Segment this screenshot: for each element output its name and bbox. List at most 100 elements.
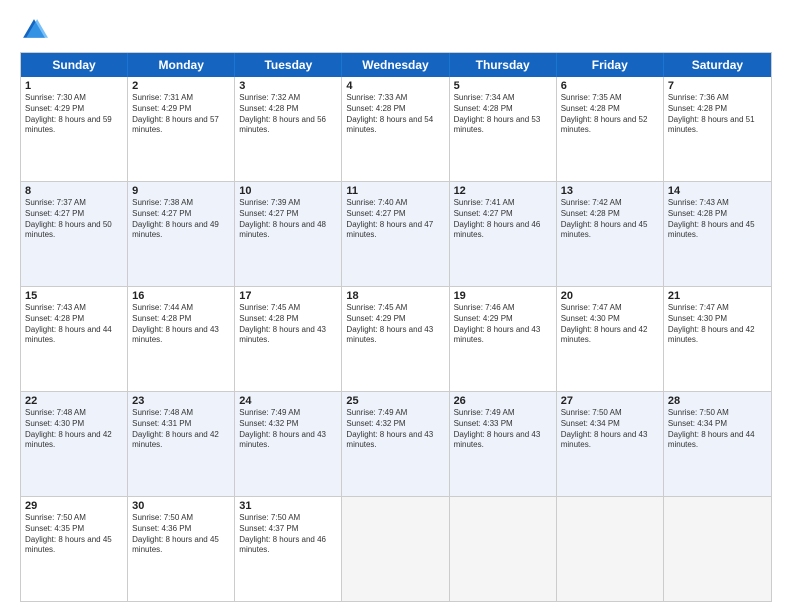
day-number: 12 <box>454 185 552 197</box>
calendar-cell: 22 Sunrise: 7:48 AM Sunset: 4:30 PM Dayl… <box>21 392 128 496</box>
header-day-thursday: Thursday <box>450 53 557 77</box>
cell-info: Sunrise: 7:49 AM Sunset: 4:32 PM Dayligh… <box>239 408 337 451</box>
calendar-cell: 13 Sunrise: 7:42 AM Sunset: 4:28 PM Dayl… <box>557 182 664 286</box>
day-number: 11 <box>346 185 444 197</box>
cell-info: Sunrise: 7:49 AM Sunset: 4:33 PM Dayligh… <box>454 408 552 451</box>
calendar-cell <box>557 497 664 601</box>
cell-info: Sunrise: 7:42 AM Sunset: 4:28 PM Dayligh… <box>561 198 659 241</box>
day-number: 13 <box>561 185 659 197</box>
calendar-cell: 30 Sunrise: 7:50 AM Sunset: 4:36 PM Dayl… <box>128 497 235 601</box>
cell-info: Sunrise: 7:46 AM Sunset: 4:29 PM Dayligh… <box>454 303 552 346</box>
calendar-cell: 18 Sunrise: 7:45 AM Sunset: 4:29 PM Dayl… <box>342 287 449 391</box>
day-number: 22 <box>25 395 123 407</box>
cell-info: Sunrise: 7:33 AM Sunset: 4:28 PM Dayligh… <box>346 93 444 136</box>
calendar-cell <box>664 497 771 601</box>
calendar-cell: 23 Sunrise: 7:48 AM Sunset: 4:31 PM Dayl… <box>128 392 235 496</box>
day-number: 15 <box>25 290 123 302</box>
day-number: 27 <box>561 395 659 407</box>
calendar-cell: 25 Sunrise: 7:49 AM Sunset: 4:32 PM Dayl… <box>342 392 449 496</box>
day-number: 20 <box>561 290 659 302</box>
calendar-cell: 16 Sunrise: 7:44 AM Sunset: 4:28 PM Dayl… <box>128 287 235 391</box>
calendar-cell: 4 Sunrise: 7:33 AM Sunset: 4:28 PM Dayli… <box>342 77 449 181</box>
day-number: 21 <box>668 290 767 302</box>
day-number: 16 <box>132 290 230 302</box>
calendar-cell: 27 Sunrise: 7:50 AM Sunset: 4:34 PM Dayl… <box>557 392 664 496</box>
day-number: 29 <box>25 500 123 512</box>
calendar-cell: 11 Sunrise: 7:40 AM Sunset: 4:27 PM Dayl… <box>342 182 449 286</box>
calendar-cell: 24 Sunrise: 7:49 AM Sunset: 4:32 PM Dayl… <box>235 392 342 496</box>
day-number: 18 <box>346 290 444 302</box>
calendar-cell: 17 Sunrise: 7:45 AM Sunset: 4:28 PM Dayl… <box>235 287 342 391</box>
calendar-cell: 10 Sunrise: 7:39 AM Sunset: 4:27 PM Dayl… <box>235 182 342 286</box>
cell-info: Sunrise: 7:38 AM Sunset: 4:27 PM Dayligh… <box>132 198 230 241</box>
cell-info: Sunrise: 7:43 AM Sunset: 4:28 PM Dayligh… <box>668 198 767 241</box>
header-day-friday: Friday <box>557 53 664 77</box>
calendar-cell: 8 Sunrise: 7:37 AM Sunset: 4:27 PM Dayli… <box>21 182 128 286</box>
cell-info: Sunrise: 7:40 AM Sunset: 4:27 PM Dayligh… <box>346 198 444 241</box>
header-day-wednesday: Wednesday <box>342 53 449 77</box>
calendar-cell: 15 Sunrise: 7:43 AM Sunset: 4:28 PM Dayl… <box>21 287 128 391</box>
day-number: 6 <box>561 80 659 92</box>
cell-info: Sunrise: 7:37 AM Sunset: 4:27 PM Dayligh… <box>25 198 123 241</box>
cell-info: Sunrise: 7:50 AM Sunset: 4:37 PM Dayligh… <box>239 513 337 556</box>
header <box>20 16 772 44</box>
day-number: 7 <box>668 80 767 92</box>
cell-info: Sunrise: 7:43 AM Sunset: 4:28 PM Dayligh… <box>25 303 123 346</box>
day-number: 25 <box>346 395 444 407</box>
cell-info: Sunrise: 7:35 AM Sunset: 4:28 PM Dayligh… <box>561 93 659 136</box>
header-day-saturday: Saturday <box>664 53 771 77</box>
calendar-cell: 3 Sunrise: 7:32 AM Sunset: 4:28 PM Dayli… <box>235 77 342 181</box>
day-number: 17 <box>239 290 337 302</box>
day-number: 10 <box>239 185 337 197</box>
calendar-cell: 9 Sunrise: 7:38 AM Sunset: 4:27 PM Dayli… <box>128 182 235 286</box>
calendar-cell: 6 Sunrise: 7:35 AM Sunset: 4:28 PM Dayli… <box>557 77 664 181</box>
cell-info: Sunrise: 7:30 AM Sunset: 4:29 PM Dayligh… <box>25 93 123 136</box>
calendar-cell: 2 Sunrise: 7:31 AM Sunset: 4:29 PM Dayli… <box>128 77 235 181</box>
calendar-week-3: 15 Sunrise: 7:43 AM Sunset: 4:28 PM Dayl… <box>21 287 771 392</box>
day-number: 4 <box>346 80 444 92</box>
day-number: 2 <box>132 80 230 92</box>
calendar-cell: 28 Sunrise: 7:50 AM Sunset: 4:34 PM Dayl… <box>664 392 771 496</box>
day-number: 30 <box>132 500 230 512</box>
logo-icon <box>20 16 48 44</box>
cell-info: Sunrise: 7:34 AM Sunset: 4:28 PM Dayligh… <box>454 93 552 136</box>
calendar-cell: 19 Sunrise: 7:46 AM Sunset: 4:29 PM Dayl… <box>450 287 557 391</box>
cell-info: Sunrise: 7:50 AM Sunset: 4:36 PM Dayligh… <box>132 513 230 556</box>
header-day-tuesday: Tuesday <box>235 53 342 77</box>
cell-info: Sunrise: 7:50 AM Sunset: 4:34 PM Dayligh… <box>668 408 767 451</box>
calendar-cell: 29 Sunrise: 7:50 AM Sunset: 4:35 PM Dayl… <box>21 497 128 601</box>
calendar-week-1: 1 Sunrise: 7:30 AM Sunset: 4:29 PM Dayli… <box>21 77 771 182</box>
cell-info: Sunrise: 7:45 AM Sunset: 4:29 PM Dayligh… <box>346 303 444 346</box>
calendar-body: 1 Sunrise: 7:30 AM Sunset: 4:29 PM Dayli… <box>21 77 771 601</box>
day-number: 23 <box>132 395 230 407</box>
cell-info: Sunrise: 7:47 AM Sunset: 4:30 PM Dayligh… <box>668 303 767 346</box>
day-number: 28 <box>668 395 767 407</box>
calendar: SundayMondayTuesdayWednesdayThursdayFrid… <box>20 52 772 602</box>
cell-info: Sunrise: 7:47 AM Sunset: 4:30 PM Dayligh… <box>561 303 659 346</box>
page: SundayMondayTuesdayWednesdayThursdayFrid… <box>0 0 792 612</box>
cell-info: Sunrise: 7:31 AM Sunset: 4:29 PM Dayligh… <box>132 93 230 136</box>
cell-info: Sunrise: 7:49 AM Sunset: 4:32 PM Dayligh… <box>346 408 444 451</box>
day-number: 9 <box>132 185 230 197</box>
cell-info: Sunrise: 7:48 AM Sunset: 4:31 PM Dayligh… <box>132 408 230 451</box>
calendar-cell: 31 Sunrise: 7:50 AM Sunset: 4:37 PM Dayl… <box>235 497 342 601</box>
header-day-monday: Monday <box>128 53 235 77</box>
calendar-cell: 21 Sunrise: 7:47 AM Sunset: 4:30 PM Dayl… <box>664 287 771 391</box>
cell-info: Sunrise: 7:50 AM Sunset: 4:34 PM Dayligh… <box>561 408 659 451</box>
day-number: 14 <box>668 185 767 197</box>
cell-info: Sunrise: 7:36 AM Sunset: 4:28 PM Dayligh… <box>668 93 767 136</box>
cell-info: Sunrise: 7:50 AM Sunset: 4:35 PM Dayligh… <box>25 513 123 556</box>
day-number: 1 <box>25 80 123 92</box>
header-day-sunday: Sunday <box>21 53 128 77</box>
day-number: 24 <box>239 395 337 407</box>
cell-info: Sunrise: 7:48 AM Sunset: 4:30 PM Dayligh… <box>25 408 123 451</box>
calendar-cell <box>342 497 449 601</box>
calendar-cell: 1 Sunrise: 7:30 AM Sunset: 4:29 PM Dayli… <box>21 77 128 181</box>
calendar-cell: 12 Sunrise: 7:41 AM Sunset: 4:27 PM Dayl… <box>450 182 557 286</box>
calendar-cell: 14 Sunrise: 7:43 AM Sunset: 4:28 PM Dayl… <box>664 182 771 286</box>
day-number: 5 <box>454 80 552 92</box>
cell-info: Sunrise: 7:41 AM Sunset: 4:27 PM Dayligh… <box>454 198 552 241</box>
calendar-week-2: 8 Sunrise: 7:37 AM Sunset: 4:27 PM Dayli… <box>21 182 771 287</box>
cell-info: Sunrise: 7:32 AM Sunset: 4:28 PM Dayligh… <box>239 93 337 136</box>
day-number: 19 <box>454 290 552 302</box>
